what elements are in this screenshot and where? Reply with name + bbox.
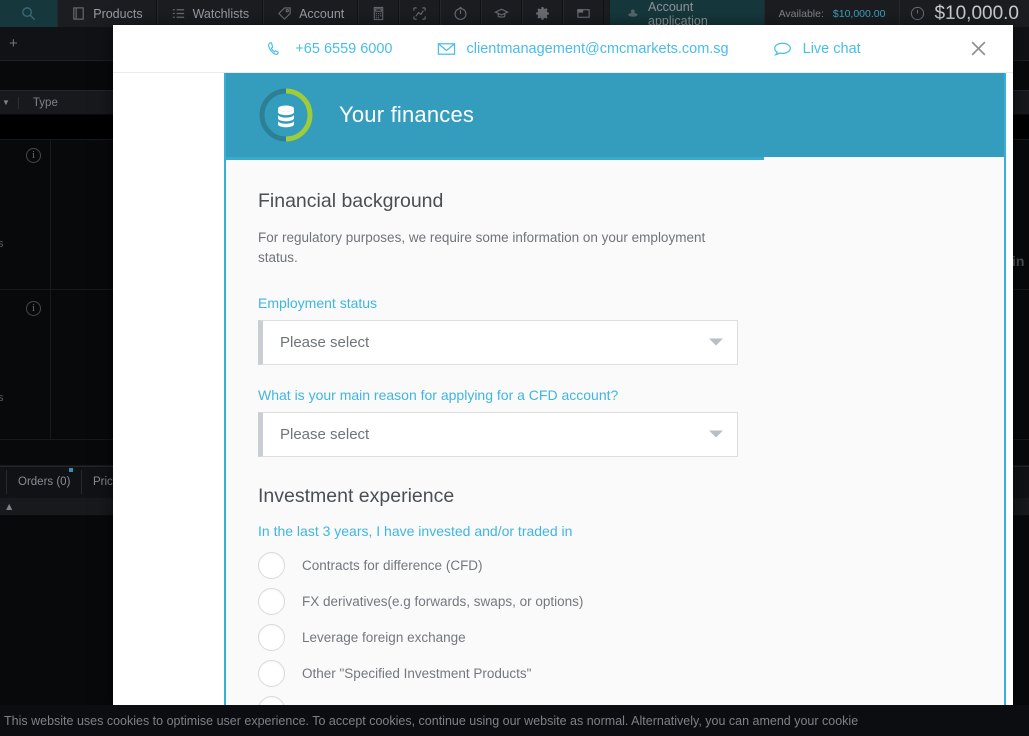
panel-body: Financial background For regulatory purp… [226, 160, 1004, 711]
app-toolbar: Products Watchlists Account Account appl… [0, 0, 1029, 28]
info-circle-icon [910, 6, 925, 21]
cloud-icon [626, 6, 640, 21]
finances-panel: Your finances Financial background For r… [224, 73, 1006, 711]
calculator-icon [371, 6, 386, 21]
tag-icon [277, 6, 292, 21]
chevron-down-icon [709, 338, 723, 346]
chat-bubble-icon [773, 41, 792, 57]
window-icon [576, 6, 591, 21]
option-label: Leverage foreign exchange [302, 630, 466, 645]
select-employment-status-value: Please select [280, 333, 370, 351]
option-label: FX derivatives(e.g forwards, swaps, or o… [302, 594, 584, 609]
checkbox-leverage-fx[interactable] [258, 624, 285, 651]
cookie-banner: This website uses cookies to optimise us… [0, 705, 1029, 736]
column-header-type[interactable]: Type [17, 96, 118, 109]
list-item[interactable]: Contracts for difference (CFD) [258, 548, 972, 584]
label-cfd-reason: What is your main reason for applying fo… [258, 386, 619, 403]
checkbox-cfd[interactable] [258, 552, 285, 579]
page-title: Your finances [339, 102, 475, 127]
envelope-icon [437, 41, 456, 57]
close-icon[interactable] [967, 38, 989, 60]
toolbar-button-chart-expand[interactable] [399, 0, 441, 27]
toolbar-label-watchlists: Watchlists [192, 6, 250, 21]
tab-orders[interactable]: Orders (0) [6, 468, 81, 494]
toolbar-button-education[interactable] [481, 0, 523, 27]
checkbox-fx-derivatives[interactable] [258, 588, 285, 615]
cell-separator [50, 140, 51, 440]
section-title-financial-background: Financial background [258, 190, 444, 212]
toolbar-button-calculator[interactable] [358, 0, 400, 27]
contact-bar: +65 6559 6000 clientmanagement@cmcmarket… [113, 25, 1013, 73]
available-balance: Available: $10,000.00 [763, 0, 900, 27]
option-label: Contracts for difference (CFD) [302, 558, 483, 573]
section-description-financial-background: For regulatory purposes, we require some… [258, 230, 706, 266]
contact-phone-label: +65 6559 6000 [295, 40, 393, 57]
tab-notification-dot [69, 468, 74, 472]
clock-icon [453, 6, 468, 21]
chevron-down-icon [709, 430, 723, 438]
contact-email-label: clientmanagement@cmcmarkets.com.sg [466, 40, 729, 57]
checkbox-other-sip[interactable] [258, 660, 285, 687]
account-application-modal: +65 6559 6000 clientmanagement@cmcmarket… [113, 25, 1013, 711]
option-label: Other "Specified Investment Products" [302, 666, 532, 681]
screen: Products Watchlists Account Account appl… [0, 0, 1029, 736]
select-cfd-reason[interactable]: Please select [258, 411, 738, 457]
select-cfd-reason-value: Please select [280, 425, 370, 443]
coin-stack-icon [257, 86, 315, 144]
chart-expand-icon [412, 6, 427, 21]
contact-live-chat-label: Live chat [802, 40, 861, 57]
row-label: s [0, 392, 4, 404]
available-label: Available: [778, 7, 824, 20]
toolbar-label-account: Account [299, 6, 345, 21]
side-text-fragment: in [1012, 253, 1025, 269]
book-icon [71, 6, 86, 21]
contact-email[interactable]: clientmanagement@cmcmarkets.com.sg [437, 41, 729, 57]
account-balance: $10,000.0 [899, 0, 1029, 27]
app-badge-label: Account application [648, 0, 708, 28]
toolbar-label-products: Products [93, 6, 143, 21]
toolbar-item-products[interactable]: Products [57, 0, 157, 27]
contact-live-chat[interactable]: Live chat [773, 41, 861, 57]
available-value: $10,000.00 [832, 7, 886, 20]
add-panel-button[interactable]: + [9, 35, 18, 52]
label-employment-status: Employment status [258, 294, 378, 311]
toolbar-button-clock[interactable] [440, 0, 482, 27]
tab-orders-label: Orders (0) [18, 476, 71, 488]
search-glyph [21, 6, 36, 21]
toolbar-button-window[interactable] [563, 0, 605, 27]
list-item[interactable]: FX derivatives(e.g forwards, swaps, or o… [258, 584, 972, 620]
balance-value: $10,000.0 [934, 2, 1019, 24]
sort-caret-icon[interactable]: ▲ [0, 501, 14, 513]
list-item[interactable]: Leverage foreign exchange [258, 620, 972, 656]
select-employment-status[interactable]: Please select [258, 319, 738, 365]
cookie-banner-text: This website uses cookies to optimise us… [4, 713, 859, 728]
toolbar-button-settings[interactable] [522, 0, 564, 27]
chevron-down-icon[interactable]: ▼ [2, 98, 10, 107]
gear-icon [535, 6, 550, 21]
section-title-investment-experience: Investment experience [258, 484, 455, 507]
search-icon[interactable] [0, 0, 58, 27]
row-label: s [0, 238, 4, 250]
label-investment-question: In the last 3 years, I have invested and… [258, 522, 573, 539]
list-icon [171, 6, 186, 21]
app-badge-account-application[interactable]: Account application [610, 0, 764, 28]
contact-phone[interactable]: +65 6559 6000 [265, 40, 393, 57]
toolbar-item-watchlists[interactable]: Watchlists [156, 0, 264, 27]
info-icon[interactable]: i [26, 301, 41, 316]
graduation-cap-icon [494, 6, 510, 21]
list-item[interactable]: Other "Specified Investment Products" [258, 656, 972, 692]
investment-options-list: Contracts for difference (CFD) FX deriva… [258, 548, 972, 711]
toolbar-item-account[interactable]: Account [263, 0, 359, 27]
phone-icon [265, 41, 284, 57]
panel-header: Your finances [226, 73, 1004, 157]
info-icon[interactable]: i [26, 148, 41, 163]
